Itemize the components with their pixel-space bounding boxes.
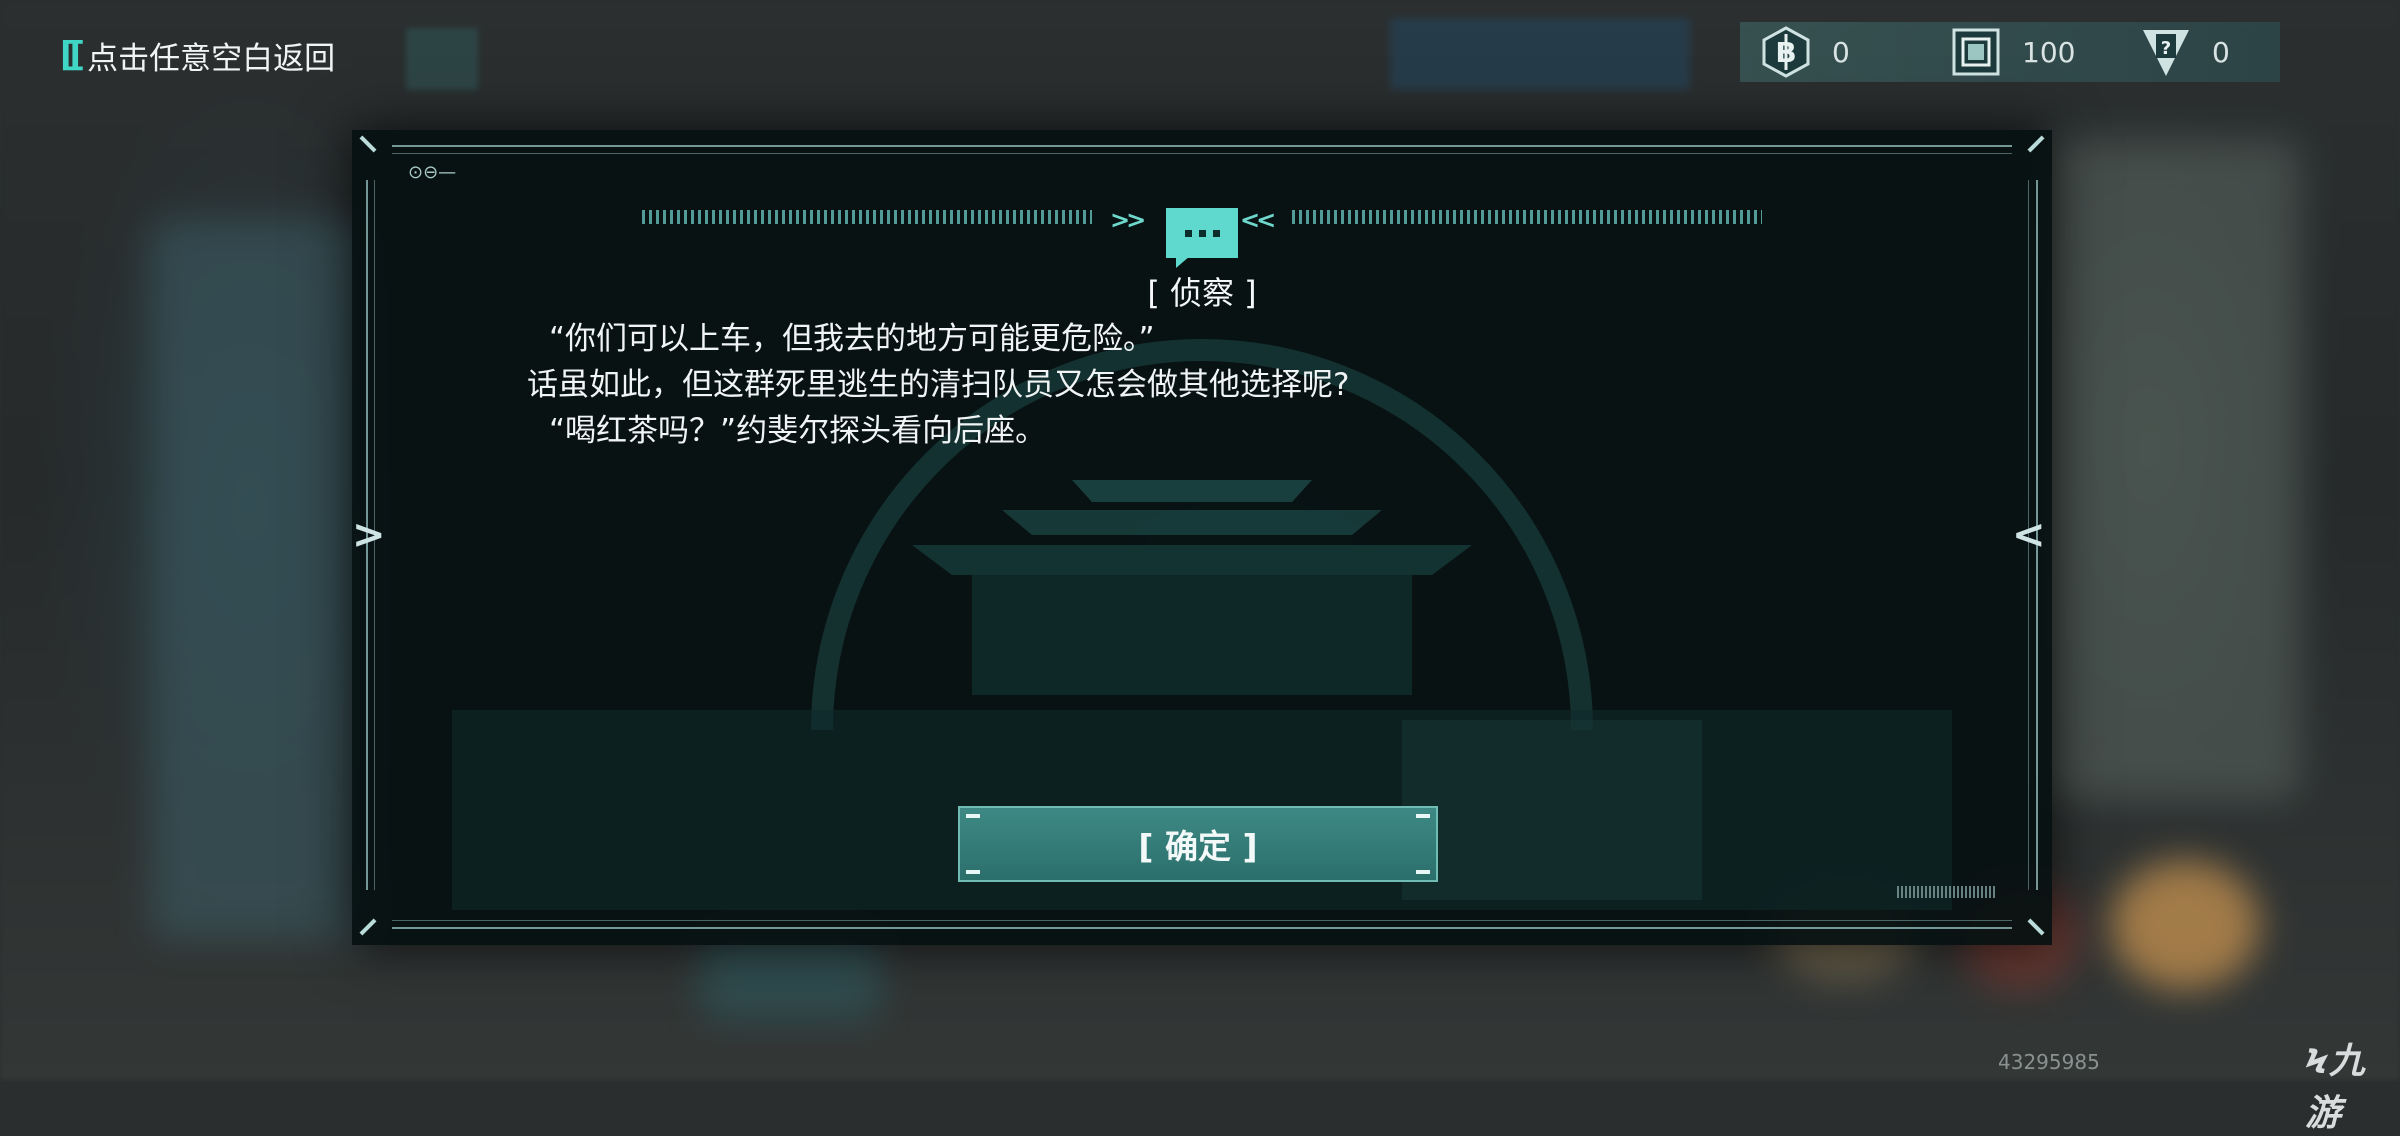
- svg-text:?: ?: [2161, 38, 2171, 59]
- chat-bubble-icon: [1166, 208, 1238, 258]
- currency-b-coin[interactable]: B 0: [1760, 22, 1850, 82]
- dialog-line: “喝红茶吗？”约斐尔探头看向后座。: [549, 413, 1047, 449]
- frame-dots-icon: ⊙⊖—: [408, 162, 457, 183]
- blurred-top-button: [1390, 18, 1690, 90]
- dialog-body: “你们可以上车，但我去的地方可能更危险。” 话虽如此，但这群死里逃生的清扫队员又…: [527, 316, 1827, 454]
- scout-event-dialog: ⊙⊖— > < >> << [ 侦察 ] “你们可以上车，但我去的地方可能更危险…: [352, 130, 2052, 945]
- dialog-title: [ 侦察 ]: [1147, 274, 1257, 312]
- left-chevron-icon: >: [352, 512, 386, 558]
- chat-bubble-tail: [1176, 256, 1190, 268]
- jiuyou-logo-icon: Ϟ: [2305, 1042, 2329, 1082]
- double-bracket-icon: [[: [60, 35, 85, 75]
- id-watermark: 43295985: [1998, 1050, 2100, 1074]
- chip-card-icon: [1950, 26, 2002, 78]
- dialog-line: 话虽如此，但这群死里逃生的清扫队员又怎会做其他选择呢?: [527, 367, 1350, 403]
- tap-blank-to-return[interactable]: [[ 点击任意空白返回: [60, 30, 335, 80]
- right-chevron-icon: <: [2012, 512, 2046, 558]
- confirm-button[interactable]: [ 确定 ]: [958, 806, 1438, 882]
- currency-bar: B 0 100 ? 0: [1740, 22, 2280, 82]
- currency-mystery-value: 0: [2212, 35, 2230, 69]
- confirm-button-label: [ 确定 ]: [1138, 827, 1258, 866]
- blurred-menu-button: [406, 28, 478, 90]
- barcode-decoration: [1897, 886, 1997, 898]
- currency-b-coin-value: 0: [1832, 35, 1850, 69]
- mystery-card-icon: ?: [2140, 26, 2192, 78]
- dialog-line: “你们可以上车，但我去的地方可能更危险。”: [549, 321, 1155, 357]
- currency-chip-value: 100: [2022, 35, 2076, 69]
- currency-chip[interactable]: 100: [1950, 22, 2075, 82]
- b-coin-hex-icon: B: [1760, 26, 1812, 78]
- jiuyou-logo: Ϟ九游: [2305, 1032, 2400, 1136]
- back-hint-label: 点击任意空白返回: [87, 40, 336, 77]
- currency-mystery[interactable]: ? 0: [2140, 22, 2230, 82]
